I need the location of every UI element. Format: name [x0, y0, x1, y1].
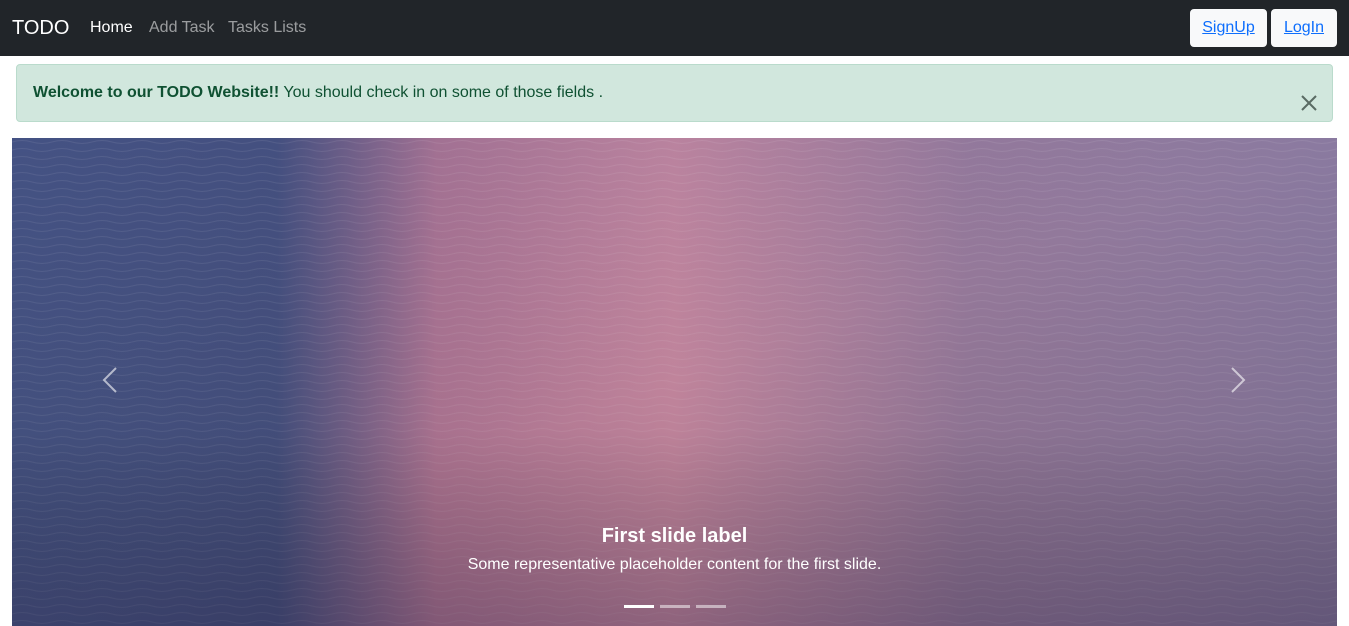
- navbar: TODO Home Add Task Tasks Lists SignUp Lo…: [0, 0, 1349, 56]
- alert-message: You should check in on some of those fie…: [279, 84, 604, 101]
- nav-link-add-task[interactable]: Add Task: [149, 18, 215, 38]
- chevron-right-icon: [1231, 367, 1246, 393]
- slide-caption: First slide label Some representative pl…: [12, 522, 1337, 576]
- slide-caption-text: Some representative placeholder content …: [467, 556, 882, 573]
- alert-strong-text: Welcome to our TODO Website!!: [33, 84, 280, 101]
- slide-caption-title: First slide label: [601, 525, 748, 547]
- brand-logo[interactable]: TODO: [12, 16, 69, 40]
- login-button[interactable]: LogIn: [1271, 9, 1337, 47]
- carousel-indicator-3[interactable]: [695, 605, 726, 608]
- carousel-prev-button[interactable]: [78, 348, 142, 412]
- nav-link-tasks-lists[interactable]: Tasks Lists: [228, 18, 306, 38]
- nav-link-home[interactable]: Home: [90, 18, 133, 38]
- carousel-next-button[interactable]: [1206, 348, 1270, 412]
- signup-button[interactable]: SignUp: [1190, 9, 1267, 47]
- welcome-alert: Welcome to our TODO Website!! You should…: [16, 64, 1333, 122]
- chevron-left-icon: [102, 367, 117, 393]
- close-icon[interactable]: [1298, 82, 1320, 111]
- carousel-indicators: [12, 605, 1337, 608]
- carousel-indicator-1[interactable]: [623, 605, 654, 608]
- carousel: First slide label Some representative pl…: [12, 138, 1337, 626]
- carousel-indicator-2[interactable]: [659, 605, 690, 608]
